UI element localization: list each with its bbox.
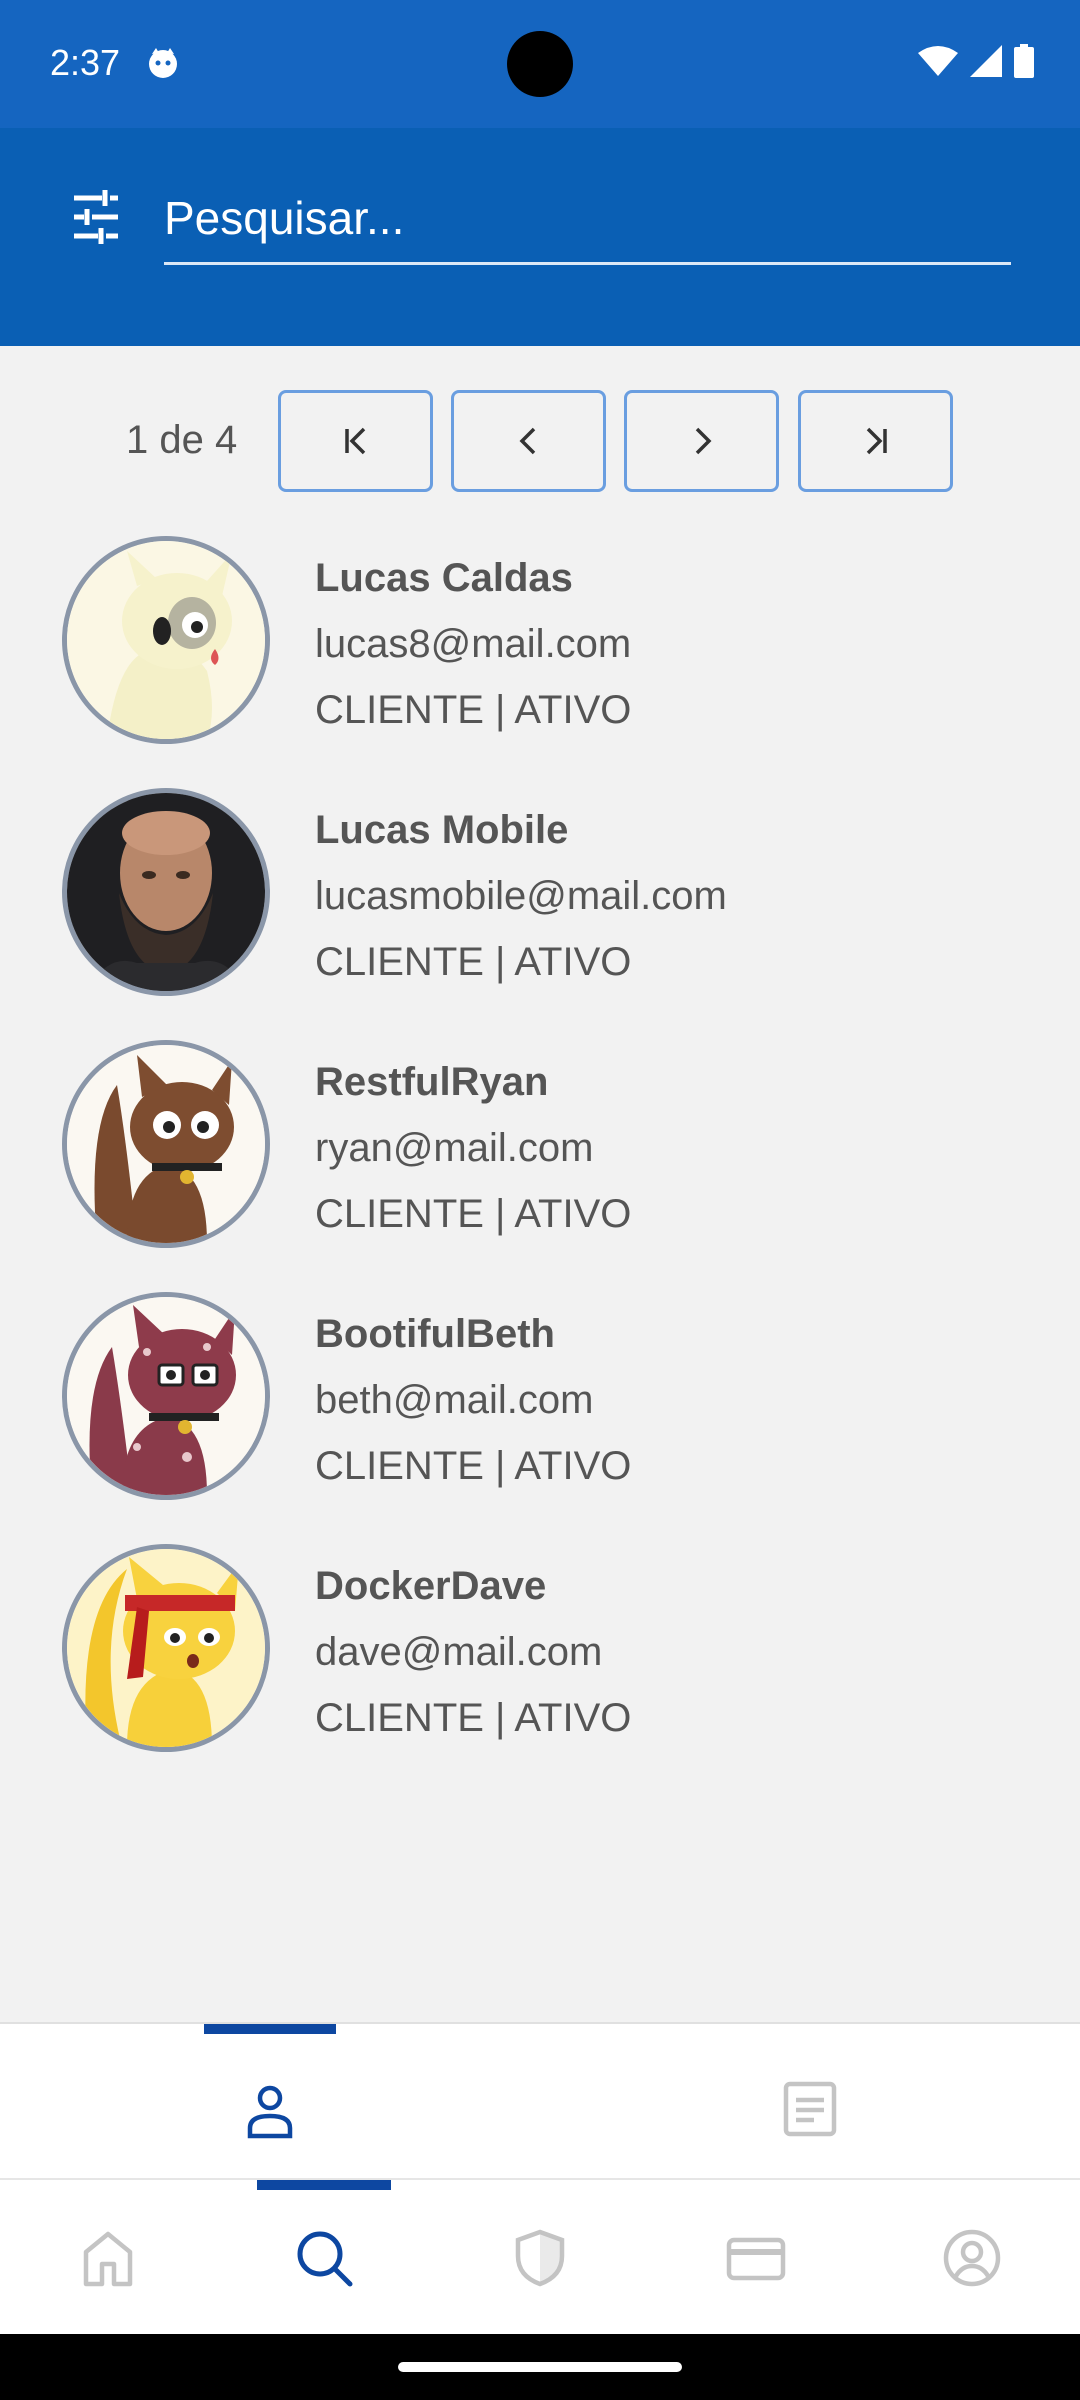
status-bar: 2:37 [0, 0, 1080, 128]
nav-payments[interactable] [648, 2180, 864, 2336]
next-page-button[interactable] [624, 390, 779, 492]
user-status: CLIENTE | ATIVO [315, 1696, 632, 1740]
user-list-item[interactable]: DockerDave dave@mail.com CLIENTE | ATIVO [0, 1542, 1080, 1794]
document-icon [783, 2081, 837, 2137]
portrait-avatar-image [67, 793, 265, 991]
search-icon [297, 2231, 353, 2287]
filter-icon[interactable] [72, 190, 120, 244]
user-status: CLIENTE | ATIVO [315, 1192, 632, 1236]
status-indicators [918, 44, 1034, 78]
avatar [62, 788, 270, 996]
bottom-navigation [0, 2178, 1080, 2336]
user-status: CLIENTE | ATIVO [315, 688, 632, 732]
account-icon [943, 2229, 1001, 2287]
shield-icon [515, 2229, 565, 2287]
search-input[interactable] [164, 178, 1011, 258]
user-list-item[interactable]: BootifulBeth beth@mail.com CLIENTE | ATI… [0, 1290, 1080, 1542]
cat-avatar-image [67, 541, 265, 739]
pagination: 1 de 4 [0, 390, 1080, 494]
user-list-item[interactable]: Lucas Mobile lucasmobile@mail.com CLIENT… [0, 786, 1080, 1038]
active-nav-indicator [257, 2180, 391, 2190]
home-gesture-handle[interactable] [398, 2362, 682, 2372]
cat-avatar-image [67, 1045, 265, 1243]
user-email: lucasmobile@mail.com [315, 874, 727, 918]
user-email: ryan@mail.com [315, 1126, 594, 1170]
nav-account[interactable] [864, 2180, 1080, 2336]
battery-icon [1014, 44, 1034, 78]
nav-home[interactable] [0, 2180, 216, 2336]
chevron-left-icon [519, 427, 535, 455]
card-icon [726, 2237, 786, 2281]
wifi-icon [918, 46, 958, 76]
avatar [62, 1544, 270, 1752]
tab-users[interactable] [0, 2024, 540, 2180]
user-email: beth@mail.com [315, 1378, 594, 1422]
camera-cutout [507, 31, 573, 97]
user-status: CLIENTE | ATIVO [315, 940, 632, 984]
user-list-item[interactable]: RestfulRyan ryan@mail.com CLIENTE | ATIV… [0, 1038, 1080, 1290]
user-list-item[interactable]: Lucas Caldas lucas8@mail.com CLIENTE | A… [0, 534, 1080, 786]
user-name: BootifulBeth [315, 1312, 555, 1356]
user-email: dave@mail.com [315, 1630, 603, 1674]
tab-documents[interactable] [540, 2024, 1080, 2180]
user-status: CLIENTE | ATIVO [315, 1444, 632, 1488]
first-page-icon [344, 427, 365, 455]
person-icon [247, 2085, 293, 2139]
home-icon [83, 2231, 133, 2287]
nav-security[interactable] [432, 2180, 648, 2336]
system-gesture-bar [0, 2334, 1080, 2400]
user-email: lucas8@mail.com [315, 622, 632, 666]
cat-avatar-image [67, 1297, 265, 1495]
user-list: Lucas Caldas lucas8@mail.com CLIENTE | A… [0, 534, 1080, 1794]
user-name: Lucas Caldas [315, 556, 573, 600]
avatar [62, 1040, 270, 1248]
app-notification-icon [149, 48, 177, 78]
app-header [0, 128, 1080, 346]
active-tab-indicator [204, 2024, 336, 2034]
cell-signal-icon [970, 45, 1002, 77]
user-name: Lucas Mobile [315, 808, 569, 852]
user-name: RestfulRyan [315, 1060, 549, 1104]
cat-avatar-image [67, 1549, 265, 1747]
last-page-button[interactable] [798, 390, 953, 492]
chevron-right-icon [695, 427, 711, 455]
user-name: DockerDave [315, 1564, 547, 1608]
last-page-icon [866, 427, 887, 455]
previous-page-button[interactable] [451, 390, 606, 492]
first-page-button[interactable] [278, 390, 433, 492]
page-indicator: 1 de 4 [126, 418, 238, 462]
avatar [62, 1292, 270, 1500]
avatar [62, 536, 270, 744]
search-field [164, 178, 1011, 265]
status-time: 2:37 [50, 42, 121, 83]
nav-search[interactable] [216, 2180, 432, 2336]
sub-tab-bar [0, 2022, 1080, 2180]
